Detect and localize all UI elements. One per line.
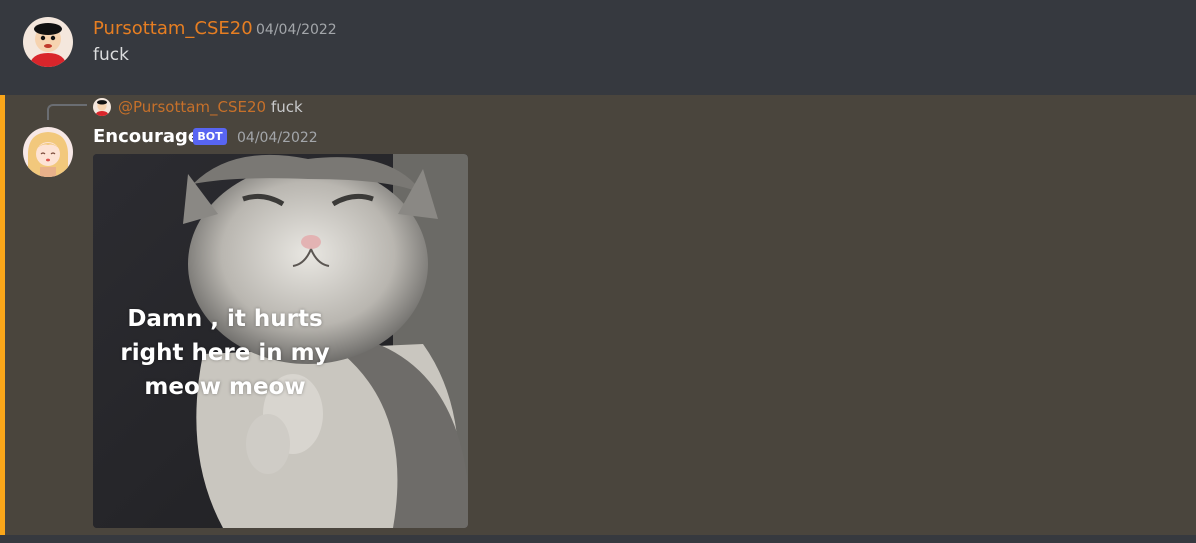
user-avatar[interactable] bbox=[23, 17, 73, 67]
message-content: fuck bbox=[93, 45, 129, 65]
reply-connector bbox=[47, 104, 87, 120]
message-author[interactable]: Pursottam_CSE20 bbox=[93, 18, 253, 39]
reply-mention[interactable]: @Pursottam_CSE20 bbox=[118, 98, 266, 116]
meme-caption: Damn , it hurts right here in my meow me… bbox=[120, 306, 330, 400]
message-author[interactable]: Encourager bbox=[93, 126, 209, 147]
bot-avatar[interactable] bbox=[23, 127, 73, 177]
reply-preview-text[interactable]: fuck bbox=[271, 98, 303, 116]
message-item: Pursottam_CSE20 04/04/2022 fuck bbox=[0, 0, 1196, 95]
image-attachment[interactable]: Damn , it hurts right here in my meow me… bbox=[93, 154, 468, 528]
message-divider bbox=[0, 535, 1196, 543]
reply-avatar[interactable] bbox=[93, 98, 111, 116]
bot-tag: BOT bbox=[193, 128, 227, 145]
mention-highlight-bar bbox=[0, 95, 5, 535]
message-timestamp: 04/04/2022 bbox=[256, 22, 337, 38]
message-timestamp: 04/04/2022 bbox=[237, 130, 318, 146]
